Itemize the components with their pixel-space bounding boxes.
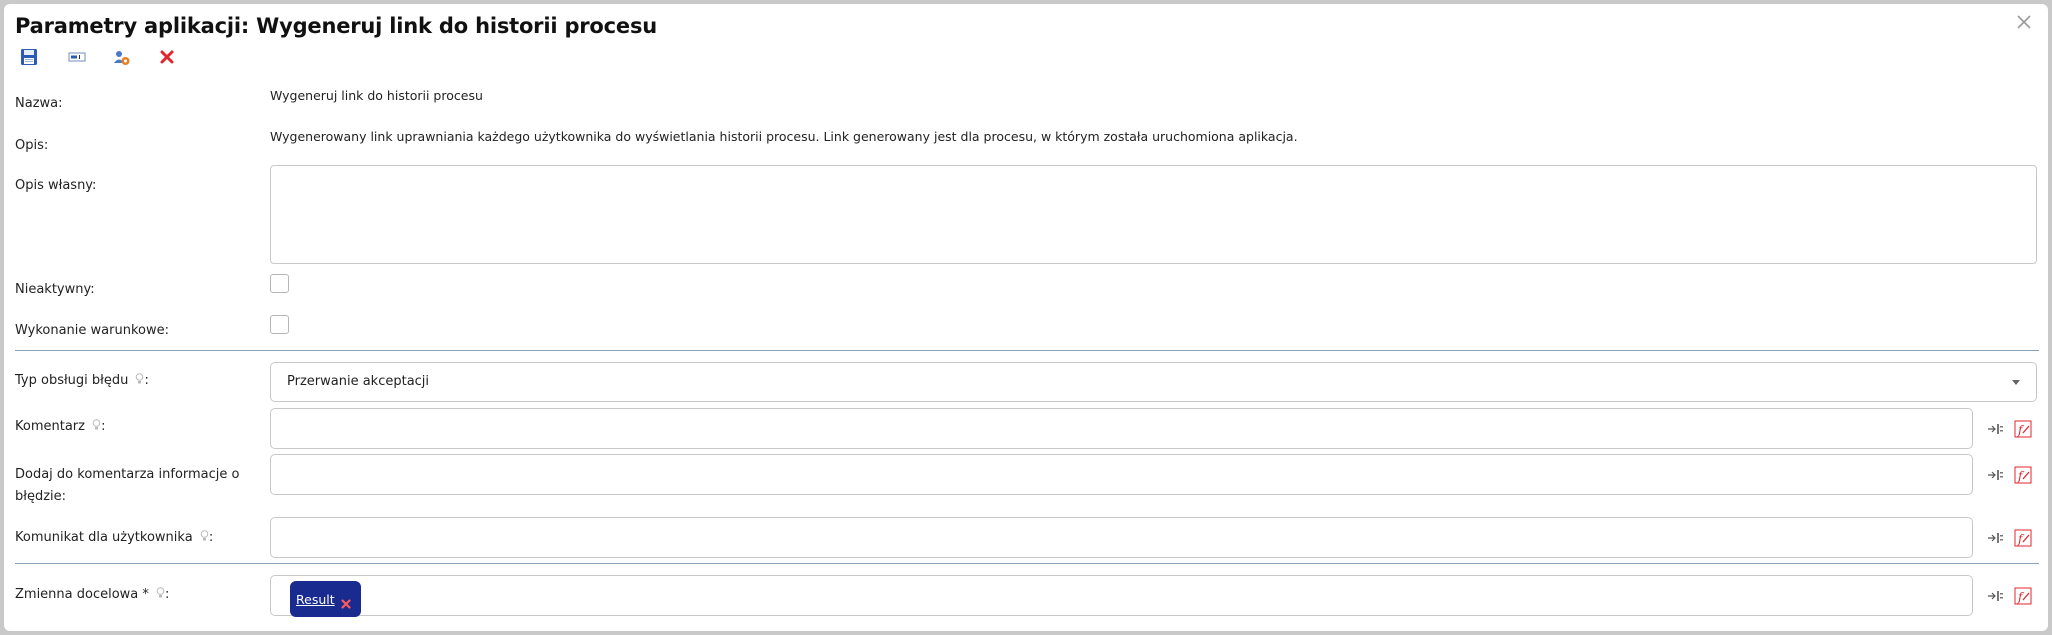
user-message-actions: f — [1983, 529, 2033, 549]
user-message-label-text: Komunikat dla użytkownika — [15, 530, 193, 545]
comment-label: Komentarz : — [15, 416, 106, 438]
dialog-title: Parametry aplikacji: Wygeneruj link do h… — [15, 14, 657, 38]
error-type-select[interactable]: Przerwanie akceptacji — [270, 362, 2037, 402]
function-icon[interactable]: f — [2014, 587, 2032, 605]
insert-variable-icon[interactable] — [1987, 529, 2005, 547]
target-variable-label: Zmienna docelowa * : — [15, 584, 169, 606]
add-error-info-input[interactable] — [270, 454, 1973, 495]
error-type-selected-value: Przerwanie akceptacji — [287, 374, 430, 389]
user-message-input[interactable] — [270, 517, 1973, 558]
section-divider — [15, 563, 2039, 564]
comment-actions: f — [1983, 420, 2033, 440]
function-icon[interactable]: f — [2014, 466, 2032, 484]
section-divider — [15, 350, 2039, 351]
own-description-label: Opis własny: — [15, 178, 97, 193]
lightbulb-icon — [156, 585, 165, 598]
comment-label-text: Komentarz — [15, 419, 85, 434]
close-icon[interactable] — [2014, 12, 2034, 32]
add-error-info-actions: f — [1983, 466, 2033, 486]
colon: : — [208, 530, 214, 545]
colon: : — [165, 587, 170, 602]
function-icon[interactable]: f — [2014, 420, 2032, 438]
user-message-label: Komunikat dla użytkownika : — [15, 527, 213, 549]
colon: : — [101, 419, 106, 434]
error-type-label-text: Typ obsługi błędu — [15, 373, 129, 388]
lightbulb-icon — [200, 528, 209, 541]
add-error-info-label: Dodaj do komentarza informacje o błędzie… — [15, 467, 240, 504]
description-value: Wygenerowany link uprawniania każdego uż… — [270, 129, 1298, 144]
save-icon[interactable] — [20, 48, 40, 68]
parameters-dialog: Parametry aplikacji: Wygeneruj link do h… — [4, 4, 2048, 631]
conditional-execution-checkbox[interactable] — [270, 315, 289, 334]
insert-variable-icon[interactable] — [1987, 466, 2005, 484]
target-variable-actions: f — [1983, 587, 2033, 607]
name-value: Wygeneruj link do historii procesu — [270, 88, 483, 103]
target-variable-label-text: Zmienna docelowa * — [15, 587, 149, 602]
description-label: Opis: — [15, 138, 49, 153]
comment-input[interactable] — [270, 408, 1973, 449]
inactive-checkbox[interactable] — [270, 274, 289, 293]
target-variable-input[interactable] — [270, 575, 1973, 616]
remove-tag-icon[interactable] — [341, 594, 351, 609]
conditional-execution-label: Wykonanie warunkowe: — [15, 323, 169, 338]
insert-variable-icon[interactable] — [1987, 587, 2005, 605]
target-variable-tag-label[interactable]: Result — [296, 592, 335, 607]
name-label: Nazwa: — [15, 96, 63, 111]
function-icon[interactable]: f — [2014, 529, 2032, 547]
lightbulb-icon — [92, 417, 101, 430]
delete-icon[interactable] — [158, 48, 178, 68]
colon: : — [144, 373, 149, 388]
chevron-down-icon — [2012, 380, 2020, 385]
user-config-icon[interactable] — [112, 48, 132, 68]
text-field-icon[interactable] — [68, 48, 88, 68]
inactive-label: Nieaktywny: — [15, 282, 95, 297]
own-description-textarea[interactable] — [270, 165, 2037, 264]
error-type-label: Typ obsługi błędu : — [15, 370, 149, 392]
target-variable-tag: Result — [290, 581, 361, 617]
insert-variable-icon[interactable] — [1987, 420, 2005, 438]
